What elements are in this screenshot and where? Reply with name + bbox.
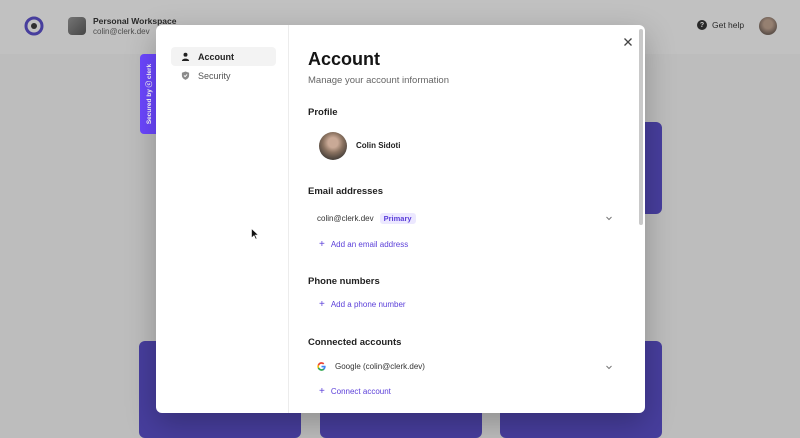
add-email-button[interactable]: + Add an email address: [319, 238, 409, 250]
add-phone-button[interactable]: + Add a phone number: [319, 298, 406, 310]
email-section-title: Email addresses: [308, 186, 383, 197]
plus-icon: +: [319, 385, 325, 397]
page-title: Account: [308, 49, 380, 69]
plus-icon: +: [319, 238, 325, 250]
chevron-down-icon[interactable]: [605, 214, 613, 222]
plus-icon: +: [319, 298, 325, 310]
primary-badge: Primary: [379, 213, 416, 224]
account-content: Account Manage your account information …: [308, 25, 628, 413]
connected-account-row[interactable]: Google (colin@clerk.dev): [317, 362, 425, 373]
google-account-label: Google (colin@clerk.dev): [335, 362, 425, 371]
secured-label: Secured by ⓒ clerk: [146, 63, 153, 125]
google-icon: [317, 362, 326, 371]
shield-icon: [181, 71, 190, 80]
connect-account-button[interactable]: + Connect account: [319, 385, 391, 397]
profile-name[interactable]: Colin Sidoti: [356, 141, 400, 150]
profile-avatar[interactable]: [319, 132, 347, 160]
profile-section-title: Profile: [308, 107, 338, 118]
nav-label: Account: [198, 51, 234, 62]
user-profile-modal: Account Security Account Manage your acc…: [156, 25, 645, 413]
phone-section-title: Phone numbers: [308, 276, 380, 287]
page-subtitle: Manage your account information: [308, 75, 449, 86]
nav-item-security[interactable]: Security: [171, 66, 276, 85]
connect-account-label: Connect account: [330, 387, 391, 396]
nav-item-account[interactable]: Account: [171, 47, 276, 66]
mouse-cursor-icon: [251, 228, 259, 240]
secured-by-clerk-badge[interactable]: Secured by ⓒ clerk: [140, 54, 156, 134]
modal-sidebar: Account Security: [156, 25, 289, 413]
nav-label: Security: [198, 70, 231, 81]
add-email-label: Add an email address: [330, 240, 409, 249]
scrollbar[interactable]: [639, 29, 643, 225]
user-icon: [181, 52, 190, 61]
add-phone-label: Add a phone number: [330, 300, 406, 309]
connected-section-title: Connected accounts: [308, 337, 402, 348]
email-address: colin@clerk.dev: [317, 214, 374, 223]
chevron-down-icon[interactable]: [605, 363, 613, 371]
email-row[interactable]: colin@clerk.dev Primary: [317, 213, 416, 224]
